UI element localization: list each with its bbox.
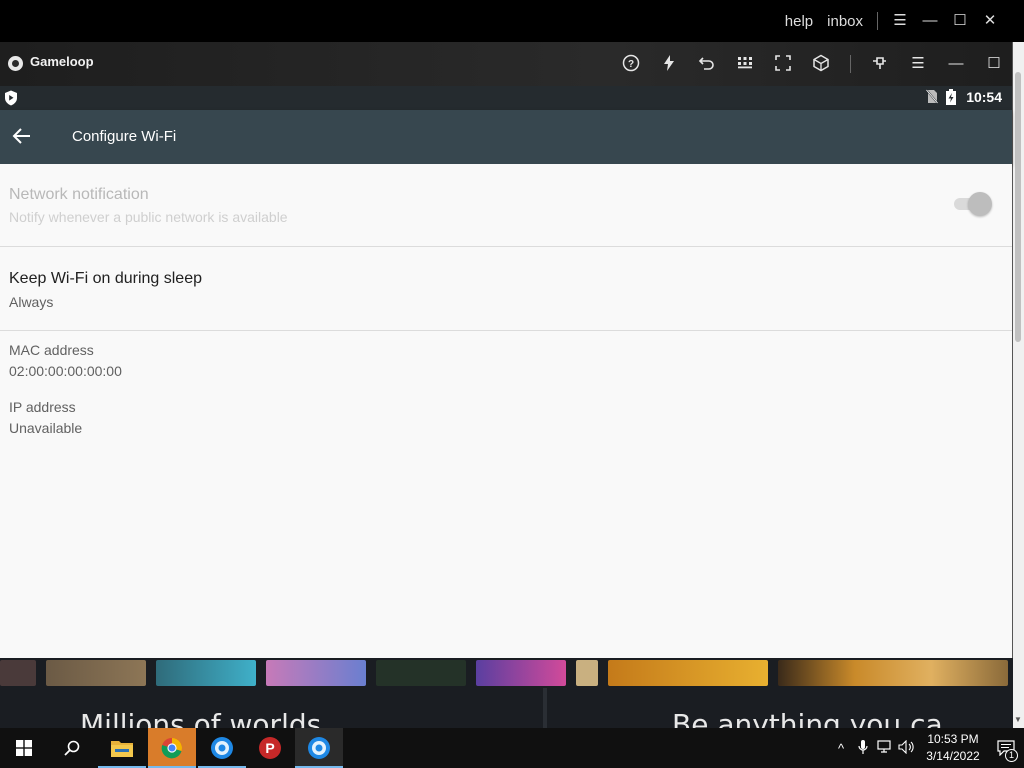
- host-window-controls: help inbox ☰ — ☐ ✕: [785, 12, 998, 30]
- keep-wifi-on-pref[interactable]: Keep Wi-Fi on during sleep Always: [0, 270, 1012, 310]
- network-notification-title: Network notification: [9, 186, 149, 203]
- settings-list: Network notification Notify whenever a p…: [0, 164, 1012, 658]
- ip-address-pref: IP address Unavailable: [0, 399, 1012, 436]
- search-icon: [64, 740, 80, 756]
- volume-icon[interactable]: [896, 739, 918, 757]
- page-scrollbar-thumb[interactable]: [1015, 72, 1021, 342]
- notification-count-badge: 1: [1005, 749, 1018, 762]
- gameloop-title-bar: Gameloop ? ☰ — ☐: [0, 42, 1012, 86]
- no-sim-icon: [926, 89, 939, 105]
- svg-text:P: P: [265, 740, 274, 756]
- settings-cube-icon[interactable]: [810, 54, 832, 74]
- game-thumbnail[interactable]: [608, 660, 768, 686]
- banner-headline-left: Millions of worlds: [80, 708, 322, 728]
- pin-icon[interactable]: [869, 54, 891, 74]
- ip-address-title: IP address: [9, 399, 76, 415]
- toolbar-divider: [850, 55, 851, 73]
- ip-address-value: Unavailable: [9, 420, 83, 436]
- boost-lightning-icon[interactable]: [658, 54, 680, 74]
- game-thumbnail[interactable]: [576, 660, 598, 686]
- chrome-icon: [161, 737, 182, 759]
- action-center-button[interactable]: 1: [988, 728, 1024, 768]
- banner-headline-right: Be anything you ca: [672, 708, 943, 728]
- clock-date: 3/14/2022: [926, 749, 980, 763]
- keyboard-mapping-icon[interactable]: [734, 54, 756, 74]
- game-thumbnail[interactable]: [46, 660, 146, 686]
- microphone-icon[interactable]: [852, 739, 874, 758]
- shield-icon: [5, 90, 17, 106]
- start-button[interactable]: [0, 728, 48, 768]
- taskbar-psiphon[interactable]: P: [246, 728, 294, 768]
- android-status-bar: 10:54: [0, 86, 1012, 110]
- game-thumbnail[interactable]: [266, 660, 366, 686]
- keep-wifi-summary: Always: [9, 294, 54, 310]
- settings-divider: [0, 246, 1012, 247]
- host-bar-divider: [877, 12, 878, 30]
- help-link[interactable]: help: [785, 13, 813, 30]
- clock-time: 10:53 PM: [927, 732, 979, 746]
- windows-logo-icon: [16, 740, 32, 756]
- folder-icon: [111, 741, 133, 757]
- emulator-menu-icon[interactable]: ☰: [907, 54, 929, 74]
- taskbar-clock[interactable]: 10:53 PM 3/14/2022: [918, 731, 988, 765]
- host-minimize-icon[interactable]: —: [922, 13, 938, 29]
- undo-rotate-icon[interactable]: [696, 54, 718, 74]
- network-notification-pref: Network notification Notify whenever a p…: [0, 186, 1012, 225]
- mac-address-title: MAC address: [9, 342, 94, 358]
- game-thumbnail[interactable]: [376, 660, 466, 686]
- battery-charging-icon: [946, 89, 958, 105]
- game-thumbnail[interactable]: [156, 660, 256, 686]
- page-scrollbar[interactable]: ▼: [1012, 42, 1024, 728]
- inbox-link[interactable]: inbox: [827, 13, 863, 30]
- taskbar-file-explorer[interactable]: [98, 728, 146, 768]
- back-arrow-icon[interactable]: [10, 124, 36, 150]
- host-window-bar: help inbox ☰ — ☐ ✕: [0, 0, 1024, 42]
- page-title: Configure Wi-Fi: [72, 128, 177, 145]
- gameloop-toolbar: ? ☰ — ☐ ✕: [620, 54, 1024, 74]
- website-banner: Millions of worlds Be anything you ca: [0, 658, 1013, 728]
- psiphon-icon: P: [259, 737, 281, 759]
- host-menu-icon[interactable]: ☰: [892, 13, 908, 29]
- host-maximize-icon[interactable]: ☐: [952, 13, 968, 29]
- game-thumbnail[interactable]: [0, 660, 36, 686]
- taskbar-gameloop[interactable]: [198, 728, 246, 768]
- network-notification-summary: Notify whenever a public network is avai…: [9, 209, 288, 225]
- taskbar-chrome[interactable]: [148, 728, 196, 768]
- search-button[interactable]: [48, 728, 96, 768]
- windows-taskbar: P ^ 10:53 PM 3/14/2022 1: [0, 728, 1024, 768]
- toggle-knob: [968, 192, 992, 216]
- system-tray: ^ 10:53 PM 3/14/2022 1: [830, 728, 1024, 768]
- svg-text:?: ?: [628, 59, 634, 70]
- status-bar-right: 10:54: [926, 89, 1002, 105]
- keep-wifi-title: Keep Wi-Fi on during sleep: [9, 270, 202, 287]
- game-thumbnails: [0, 660, 1013, 686]
- network-notification-toggle[interactable]: [954, 192, 992, 216]
- fullscreen-icon[interactable]: [772, 54, 794, 74]
- taskbar-gameloop-active[interactable]: [295, 728, 343, 768]
- show-hidden-icons-icon[interactable]: ^: [830, 741, 852, 756]
- gameloop-logo-icon: [8, 56, 23, 71]
- emulator-minimize-icon[interactable]: —: [945, 54, 967, 74]
- emulator-maximize-icon[interactable]: ☐: [983, 54, 1005, 74]
- banner-divider: [543, 688, 547, 728]
- status-time: 10:54: [966, 89, 1002, 105]
- gameloop-window: Gameloop ? ☰ — ☐ 10:54 Configure Wi-Fi N…: [0, 42, 1013, 658]
- mac-address-value: 02:00:00:00:00:00: [9, 363, 122, 379]
- gameloop-taskbar-icon: [308, 737, 330, 759]
- gameloop-app-name: Gameloop: [30, 54, 94, 69]
- host-close-icon[interactable]: ✕: [982, 13, 998, 29]
- mac-address-pref: MAC address 02:00:00:00:00:00: [0, 342, 1012, 379]
- app-bar: Configure Wi-Fi: [0, 110, 1012, 164]
- game-thumbnail[interactable]: [778, 660, 1008, 686]
- game-thumbnail[interactable]: [476, 660, 566, 686]
- gameloop-taskbar-icon: [211, 737, 233, 759]
- help-icon[interactable]: ?: [620, 54, 642, 74]
- network-icon[interactable]: [874, 739, 896, 757]
- scroll-down-icon[interactable]: ▼: [1014, 715, 1022, 724]
- settings-divider: [0, 330, 1012, 331]
